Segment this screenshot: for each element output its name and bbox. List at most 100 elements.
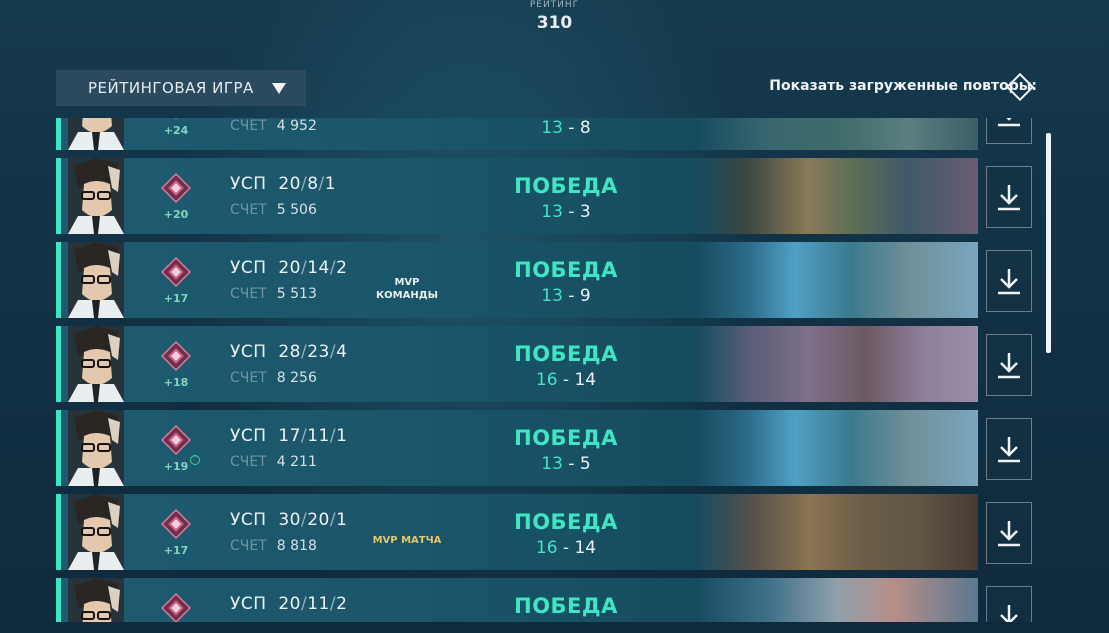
win-accent-bar <box>56 118 61 150</box>
kills: 17 <box>278 426 301 446</box>
round-score: 13 - 8 <box>476 118 656 138</box>
match-row[interactable]: +18 УСП 28/23/4 СЧЕТ 8 256 ПОБЕДА 16 - 14 <box>56 326 1032 404</box>
download-button[interactable] <box>986 118 1032 144</box>
rounds-won: 16 <box>535 370 558 390</box>
round-score: 16 - 14 <box>476 538 656 558</box>
stat-label: УСП <box>230 174 267 194</box>
kda-stat: УСП 30/20/1 <box>230 510 347 530</box>
kills: 20 <box>278 174 301 194</box>
rank-diamond-icon <box>160 172 192 204</box>
win-accent-bar <box>56 242 61 318</box>
download-icon <box>998 269 1020 295</box>
mvp-badge: MVP КОМАНДЫ <box>352 276 462 302</box>
rating-header: РЕЙТИНГ 310 <box>0 0 1109 36</box>
score-value: 5 506 <box>276 202 317 218</box>
agent-avatar <box>68 494 124 570</box>
match-row[interactable]: УСП 20/11/2 ПОБЕДА <box>56 578 1032 622</box>
match-result: ПОБЕДА <box>514 426 618 450</box>
scrollbar[interactable] <box>1046 133 1051 353</box>
rank-diamond-icon <box>160 592 192 622</box>
rounds-won: 16 <box>535 538 558 558</box>
rounds-lost: 14 <box>574 370 597 390</box>
match-result: ПОБЕДА <box>514 510 618 534</box>
download-icon <box>998 353 1020 379</box>
score-separator: - <box>562 454 580 474</box>
score-separator: - <box>562 202 580 222</box>
score-separator: - <box>562 286 580 306</box>
agent-avatar <box>68 118 124 150</box>
kills: 30 <box>278 510 301 530</box>
match-row[interactable]: +24 ACS СЧЕТ4 952 13 - 8 <box>56 118 1032 152</box>
map-thumbnail <box>696 494 978 570</box>
win-accent-bar <box>56 410 61 486</box>
mode-dropdown-label: РЕЙТИНГОВАЯ ИГРА <box>88 79 254 97</box>
map-thumbnail <box>696 326 978 402</box>
win-accent-bar <box>56 326 61 402</box>
score-label: СЧЕТ <box>230 202 267 218</box>
rr-change: +18 <box>163 376 189 389</box>
rank-diamond-icon <box>160 424 192 456</box>
kda-stat: УСП 17/11/1 <box>230 426 347 446</box>
score-label: СЧЕТ <box>230 286 267 302</box>
download-button[interactable] <box>986 502 1032 564</box>
rounds-won: 13 <box>541 454 563 474</box>
download-button[interactable] <box>986 586 1032 622</box>
rr-change: +20 <box>163 208 189 221</box>
deaths: 23 <box>307 342 330 362</box>
rank-diamond-icon <box>160 118 192 120</box>
combat-score: СЧЕТ 8 818 <box>230 538 317 554</box>
agent-avatar <box>68 578 124 622</box>
match-row[interactable]: +17 УСП 30/20/1 СЧЕТ 8 818 MVP МАТЧА ПОБЕ… <box>56 494 1032 572</box>
map-thumbnail <box>696 578 978 622</box>
download-icon <box>1000 605 1018 622</box>
combat-score: СЧЕТ 5 513 <box>230 286 317 302</box>
match-row[interactable]: +20 УСП 20/8/1 СЧЕТ 5 506 ПОБЕДА 13 - 3 <box>56 158 1032 236</box>
download-button[interactable] <box>986 334 1032 396</box>
map-thumbnail <box>696 410 978 486</box>
mvp-line: MVP <box>394 277 420 288</box>
download-button[interactable] <box>986 250 1032 312</box>
combat-score: СЧЕТ 4 952 <box>230 118 317 134</box>
kills: 20 <box>278 258 301 278</box>
match-result: ПОБЕДА <box>514 258 618 282</box>
rounds-won: 13 <box>541 202 563 222</box>
agent-avatar <box>68 242 124 318</box>
rank-diamond-icon <box>160 256 192 288</box>
match-result: ПОБЕДА <box>514 174 618 198</box>
deaths: 11 <box>307 594 330 614</box>
stat-label: УСП <box>230 510 267 530</box>
deaths: 8 <box>307 174 319 194</box>
mvp-line: КОМАНДЫ <box>375 290 438 301</box>
rounds-won: 13 <box>541 286 563 306</box>
rr-change: +17 <box>163 292 189 305</box>
match-row[interactable]: +19 УСП 17/11/1 СЧЕТ 4 211 ПОБЕДА 13 - 5 … <box>56 410 1032 488</box>
mvp-badge: MVP МАТЧА <box>352 534 462 547</box>
download-icon <box>998 521 1020 547</box>
match-row[interactable]: +17 УСП 20/14/2 СЧЕТ 5 513 MVP КОМАНДЫ ПОБ… <box>56 242 1032 320</box>
map-thumbnail <box>696 158 978 234</box>
download-icon <box>998 437 1020 463</box>
match-history-list: +24 ACS СЧЕТ4 952 13 - 8 <box>56 118 1032 622</box>
download-button[interactable] <box>986 418 1032 480</box>
deaths: 14 <box>307 258 330 278</box>
round-score: 13 - 5 <box>476 454 656 474</box>
win-accent-bar <box>56 494 61 570</box>
mode-dropdown[interactable]: РЕЙТИНГОВАЯ ИГРА <box>56 70 306 106</box>
download-button[interactable] <box>986 166 1032 228</box>
assists: 1 <box>336 426 348 446</box>
kda-stat: УСП 20/14/2 <box>230 258 347 278</box>
mvp-line: MVP МАТЧА <box>372 535 442 546</box>
win-accent-bar <box>56 158 61 234</box>
kda-stat: УСП 20/11/2 <box>230 594 347 614</box>
score-separator: - <box>557 538 575 558</box>
kda-stat: УСП 20/8/1 <box>230 174 336 194</box>
combat-score: СЧЕТ 4 211 <box>230 454 317 470</box>
rank-diamond-icon <box>160 340 192 372</box>
deaths: 11 <box>307 426 330 446</box>
stat-label: УСП <box>230 258 267 278</box>
score-separator: - <box>557 370 575 390</box>
round-score: 13 - 9 <box>476 286 656 306</box>
score-value: 5 513 <box>276 286 317 302</box>
rank-diamond-icon <box>160 508 192 540</box>
score-value: 8 256 <box>276 370 317 386</box>
